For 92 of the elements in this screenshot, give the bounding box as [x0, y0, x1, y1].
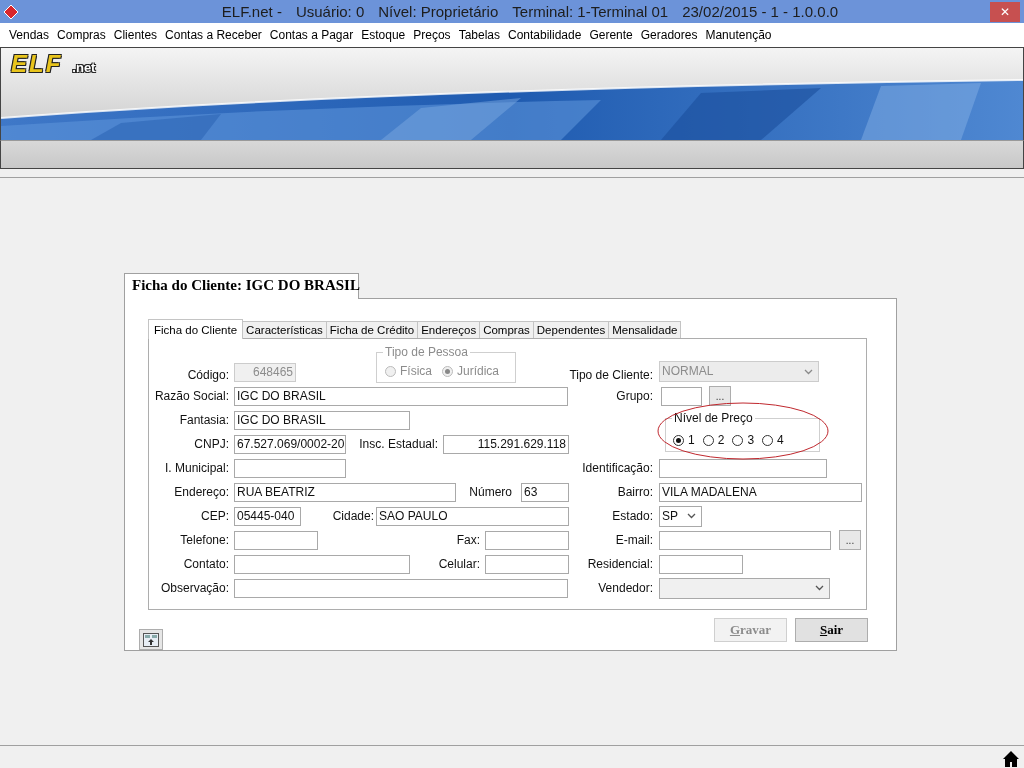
window-title: ELF.net -	[221, 3, 282, 20]
text-field[interactable]: VILA MADALENA	[659, 482, 862, 502]
text-field[interactable]: IGC DO BRASIL	[234, 386, 568, 406]
menu-item[interactable]: Contas a Pagar	[265, 28, 358, 42]
text-field[interactable]: 63	[521, 482, 569, 502]
radio-button[interactable]	[762, 434, 774, 446]
menu-item[interactable]: Compras	[53, 28, 110, 42]
text-field[interactable]: SAO PAULO	[376, 506, 569, 526]
text-field[interactable]: RUA BEATRIZ	[234, 482, 456, 502]
field-label: CNPJ:	[193, 437, 229, 451]
field-label: Razão Social:	[153, 389, 229, 403]
text-field[interactable]: 67.527.069/0002-20	[234, 434, 346, 454]
field-label: Endereço:	[173, 485, 229, 499]
text-field[interactable]	[659, 554, 743, 574]
dialog-button[interactable]: Sair	[795, 618, 868, 642]
tab[interactable]: Ficha de Crédito	[325, 321, 419, 338]
field-label: Observação:	[159, 581, 229, 595]
field-label: Bairro:	[616, 485, 653, 499]
tab[interactable]: Características	[242, 321, 327, 338]
text-field[interactable]: 05445-040	[234, 506, 301, 526]
text-field[interactable]	[234, 578, 568, 598]
home-icon[interactable]	[1002, 750, 1020, 768]
form-upload-icon	[143, 632, 159, 647]
tab[interactable]: Dependentes	[532, 321, 610, 338]
text-field[interactable]	[234, 530, 318, 550]
field-label: CEP:	[200, 509, 229, 523]
text-field[interactable]	[659, 458, 827, 478]
text-field[interactable]	[234, 458, 346, 478]
field-label: I. Municipal:	[163, 461, 229, 475]
radio-button[interactable]	[732, 434, 744, 446]
text-field[interactable]	[485, 554, 569, 574]
close-button[interactable]: ✕	[990, 1, 1020, 22]
menu-item[interactable]: Preços	[409, 28, 455, 42]
menu-item[interactable]: Vendas	[5, 28, 54, 42]
text-field[interactable]	[234, 554, 410, 574]
window-title: 23/02/2015 - 1 - 1.0.0.0	[682, 3, 839, 20]
app-icon	[3, 3, 19, 20]
dropdown[interactable]: SP	[659, 505, 702, 527]
form-upload-button[interactable]	[139, 629, 163, 650]
radio-button[interactable]	[702, 434, 714, 446]
menu-item[interactable]: Geradores	[636, 28, 702, 42]
radio-label[interactable]: 3	[747, 433, 755, 447]
field-label: Fax:	[456, 533, 480, 547]
tab[interactable]: Ficha do Cliente	[148, 319, 244, 339]
radio-button[interactable]	[673, 434, 684, 446]
field-label: Contato:	[182, 557, 229, 571]
menu-item[interactable]: Estoque	[357, 28, 410, 42]
tab[interactable]: Compras	[479, 321, 534, 338]
radio-label[interactable]: 2	[717, 433, 725, 447]
menu-item[interactable]: Clientes	[109, 28, 162, 42]
menu-item[interactable]: Manutenção	[701, 28, 776, 42]
logo-text: ELF	[11, 52, 63, 76]
group-title: Nível de Preço	[672, 411, 755, 425]
text-field[interactable]	[659, 530, 831, 550]
tab[interactable]: Endereços	[417, 321, 481, 338]
field-label: Telefone:	[179, 533, 229, 547]
dialog-title: Ficha do Cliente: IGC DO BRASIL	[124, 273, 359, 299]
menu-item[interactable]: Contas a Receber	[161, 28, 266, 42]
field-label: Celular:	[438, 557, 480, 571]
field-label: Identificação:	[581, 461, 653, 475]
radio-label[interactable]: 4	[777, 433, 784, 447]
field-label: Vendedor:	[597, 581, 653, 595]
field-label: E-mail:	[614, 533, 653, 547]
text-field[interactable]: IGC DO BRASIL	[234, 410, 410, 430]
window-title: Usuário: 0	[295, 3, 365, 20]
chevron-icon	[815, 585, 824, 591]
menu-item[interactable]: Gerente	[585, 28, 637, 42]
group-title: Tipo de Pessoa	[383, 345, 470, 359]
window-title: Terminal: 1-Terminal 01	[512, 3, 669, 20]
tab[interactable]: Mensalidade	[608, 321, 682, 338]
field-label: Estado:	[611, 509, 653, 523]
window-title: Nível: Proprietário	[378, 3, 499, 20]
text-field[interactable]	[661, 386, 702, 406]
chevron-icon	[687, 513, 696, 519]
dropdown[interactable]	[659, 577, 830, 599]
field-label: Insc. Estadual:	[359, 437, 438, 451]
field-label: Cidade:	[332, 509, 374, 523]
logo-suffix: .net	[72, 60, 96, 75]
menu-item[interactable]: Tabelas	[454, 28, 504, 42]
browse-button[interactable]: ...	[839, 530, 861, 550]
field-label: Residencial:	[586, 557, 653, 571]
field-label: Grupo:	[615, 389, 653, 403]
browse-button[interactable]: ...	[709, 386, 731, 406]
radio-label[interactable]: 1	[688, 433, 695, 447]
text-field[interactable]	[485, 530, 569, 550]
field-label: Código:	[186, 368, 229, 382]
menu-item[interactable]: Contabilidade	[504, 28, 586, 42]
field-label: Fantasia:	[178, 413, 229, 427]
field-label: Tipo de Cliente:	[569, 368, 653, 382]
field-label: Número	[469, 485, 512, 499]
chevron-icon	[804, 368, 813, 375]
text-field[interactable]: 115.291.629.118	[443, 434, 569, 454]
